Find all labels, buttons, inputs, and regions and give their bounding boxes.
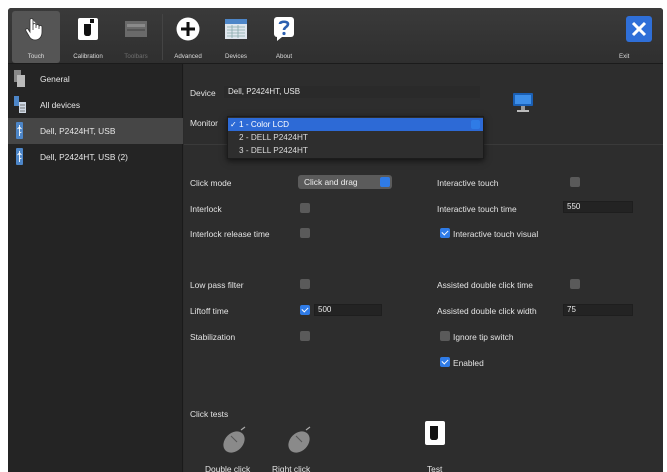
sidebar-item-label: Dell, P2424HT, USB (2) [40, 152, 128, 162]
usb-icon [16, 122, 23, 139]
touch-button-label: Touch [27, 53, 45, 60]
toolbars-button-label: Toolbars [124, 53, 148, 60]
devices-button-label: Devices [224, 53, 247, 60]
toolbars-button[interactable]: Toolbars [112, 11, 160, 63]
sidebar-item-all-devices[interactable]: All devices [8, 92, 183, 118]
assisted-double-click-time-checkbox[interactable] [570, 279, 580, 289]
liftoff-checkbox[interactable] [300, 305, 310, 315]
device-value: Dell, P2424HT, USB [224, 86, 480, 98]
click-tests-title: Click tests [190, 409, 229, 419]
enabled-label: Enabled [453, 358, 484, 368]
interlock-release-checkbox[interactable] [300, 228, 310, 238]
monitor-option-1[interactable]: ✓ 1 - Color LCD [228, 118, 483, 131]
low-pass-label: Low pass filter [190, 280, 244, 290]
advanced-button[interactable]: Advanced [164, 11, 212, 63]
stabilization-label: Stabilization [190, 332, 236, 342]
toolbar-separator [162, 14, 163, 60]
monitor-option-3[interactable]: 3 - DELL P2424HT [228, 144, 483, 157]
interactive-touch-time-label: Interactive touch time [437, 204, 517, 214]
plus-circle-icon [176, 17, 200, 41]
app-window: Touch Calibration Toolbars Advanced Devi… [8, 8, 663, 472]
enabled-checkbox[interactable] [440, 357, 450, 367]
sidebar-item-device-1[interactable]: Dell, P2424HT, USB [8, 118, 183, 144]
question-icon [274, 17, 294, 41]
liftoff-label: Liftoff time [190, 306, 229, 316]
toolbars-icon [125, 21, 147, 37]
usb-icon [16, 148, 23, 165]
exit-button[interactable]: Exit [619, 11, 659, 63]
exit-button-label: Exit [619, 53, 630, 60]
click-mode-label: Click mode [190, 178, 232, 188]
interactive-touch-visual-label: Interactive touch visual [453, 229, 539, 239]
calibration-target-icon [78, 18, 98, 40]
all-devices-icon [14, 96, 26, 113]
calibration-button-label: Calibration [73, 53, 103, 60]
sidebar-item-label: Dell, P2424HT, USB [40, 126, 116, 136]
calibration-button[interactable]: Calibration [64, 11, 112, 63]
monitor-label: Monitor [190, 118, 218, 128]
interactive-touch-label: Interactive touch [437, 178, 499, 188]
sidebar-item-label: All devices [40, 100, 81, 110]
low-pass-checkbox[interactable] [300, 279, 310, 289]
assisted-double-click-width-field[interactable]: 75 [563, 304, 633, 316]
about-button-label: About [275, 53, 293, 60]
touch-button[interactable]: Touch [12, 11, 60, 63]
toolbar: Touch Calibration Toolbars Advanced Devi… [8, 8, 663, 64]
sidebar: General All devices Dell, P2424HT, USB D… [8, 64, 183, 472]
ignore-tip-switch-label: Ignore tip switch [453, 332, 514, 342]
liftoff-field[interactable]: 500 [314, 304, 382, 316]
monitor-dropdown-menu[interactable]: ✓ 1 - Color LCD 2 - DELL P2424HT 3 - DEL… [227, 116, 484, 159]
general-settings-icon [14, 70, 25, 87]
interactive-touch-time-field[interactable]: 550 [563, 201, 633, 213]
test-target-icon[interactable] [424, 420, 446, 446]
checkmark-icon: ✓ [230, 120, 237, 129]
interlock-release-label: Interlock release time [190, 229, 270, 239]
click-mode-select[interactable]: Click and drag [298, 175, 392, 189]
right-click-label: Right click [272, 464, 311, 472]
sidebar-item-general[interactable]: General [8, 66, 183, 92]
hand-pointer-icon [25, 18, 43, 41]
right-click-mouse-icon[interactable] [284, 426, 314, 454]
close-icon [626, 16, 652, 42]
double-click-mouse-icon[interactable] [219, 426, 249, 454]
assisted-double-click-width-label: Assisted double click width [437, 306, 537, 316]
interactive-touch-checkbox[interactable] [570, 177, 580, 187]
chevron-updown-icon [471, 120, 480, 129]
advanced-button-label: Advanced [174, 53, 202, 60]
monitor-icon [513, 93, 533, 112]
interlock-label: Interlock [190, 204, 222, 214]
click-mode-value: Click and drag [304, 177, 358, 187]
devices-button[interactable]: Devices [212, 11, 260, 63]
devices-grid-icon [225, 19, 247, 39]
sidebar-item-device-2[interactable]: Dell, P2424HT, USB (2) [8, 144, 183, 170]
chevron-updown-icon [380, 177, 390, 187]
ignore-tip-switch-checkbox[interactable] [440, 331, 450, 341]
double-click-label: Double click [205, 464, 251, 472]
monitor-option-2[interactable]: 2 - DELL P2424HT [228, 131, 483, 144]
interlock-checkbox[interactable] [300, 203, 310, 213]
interactive-touch-visual-checkbox[interactable] [440, 228, 450, 238]
stabilization-checkbox[interactable] [300, 331, 310, 341]
sidebar-item-label: General [40, 74, 70, 84]
test-label: Test [427, 464, 443, 472]
assisted-double-click-time-label: Assisted double click time [437, 280, 533, 290]
about-button[interactable]: About [260, 11, 308, 63]
device-label: Device [190, 88, 216, 98]
